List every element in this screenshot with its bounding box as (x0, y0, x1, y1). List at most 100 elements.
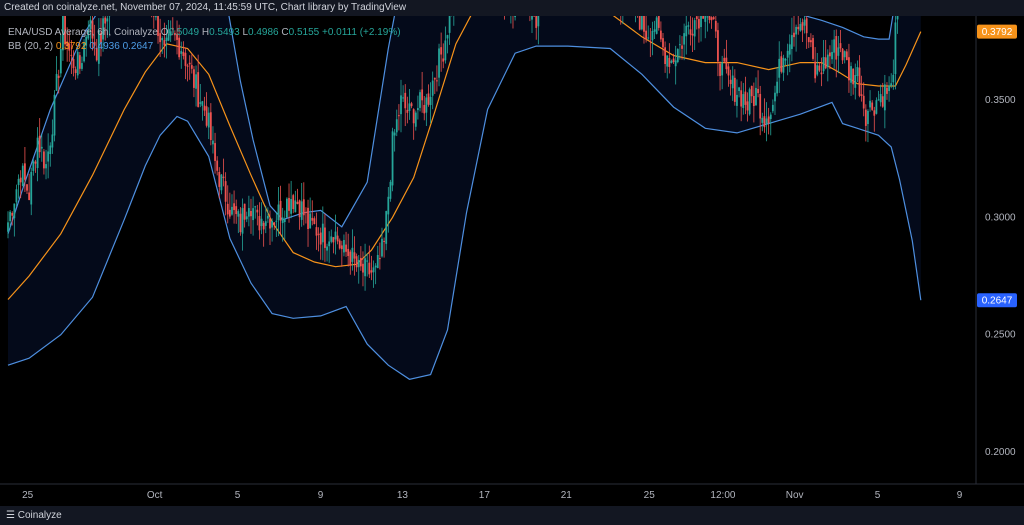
candle-body (807, 37, 810, 43)
candle-body (275, 220, 278, 222)
candle-body (241, 208, 244, 234)
candle-body (881, 96, 884, 107)
candle-body (184, 52, 187, 66)
candle-body (664, 47, 667, 65)
candle-body (841, 48, 844, 61)
candle-body (43, 151, 45, 169)
candle-body (427, 93, 430, 105)
candle-body (376, 254, 379, 269)
candle-body (307, 207, 309, 230)
candle-body (886, 87, 888, 94)
candle-body (207, 112, 210, 128)
candle-body (78, 55, 81, 69)
price-label: 0.2647 (982, 296, 1013, 307)
candle-body (374, 265, 377, 268)
candle-body (425, 97, 428, 113)
candle-body (831, 51, 833, 60)
candle-body (877, 99, 880, 101)
candle-body (657, 16, 660, 28)
candle-body (793, 32, 795, 38)
candle-body (738, 87, 740, 91)
candle-body (330, 236, 333, 242)
candle-body (442, 58, 445, 62)
candle-body (748, 89, 751, 115)
candle-body (810, 40, 812, 43)
candle-body (780, 56, 783, 72)
candle-body (759, 93, 762, 119)
candle-body (786, 50, 789, 58)
candle-body (736, 94, 738, 106)
candle-body (894, 22, 897, 75)
candle-body (655, 17, 658, 34)
candle-body (38, 135, 41, 153)
candle-body (848, 57, 850, 81)
candle-body (681, 45, 683, 49)
candle-body (245, 216, 248, 220)
candle-body (321, 223, 324, 243)
candle-body (890, 83, 893, 86)
candle-body (400, 95, 402, 115)
candle-body (328, 241, 331, 247)
candle-body (13, 203, 16, 219)
x-tick-label: 25 (22, 490, 34, 501)
x-tick-label: 17 (479, 490, 491, 501)
candle-body (340, 245, 343, 250)
candle-body (535, 16, 538, 28)
candle-body (784, 59, 787, 61)
candle-body (733, 77, 736, 102)
candle-body (298, 200, 301, 218)
candle-body (765, 118, 768, 125)
candle-body (431, 80, 434, 96)
candle-body (778, 58, 781, 78)
candle-body (19, 177, 22, 183)
candle-body (440, 47, 443, 55)
candle-body (883, 84, 886, 111)
candle-body (362, 263, 364, 273)
candle-body (676, 49, 679, 63)
candle-body (226, 203, 229, 215)
candle-body (51, 134, 54, 148)
candle-body (290, 199, 293, 214)
candle-body (725, 57, 728, 70)
chart-caption: Created on coinalyze.net, November 07, 2… (4, 2, 407, 13)
candle-body (81, 63, 83, 69)
candle-body (193, 69, 195, 88)
coinalyze-logo[interactable]: ☰ Coinalyze (6, 506, 62, 525)
candle-body (687, 25, 690, 27)
candle-body (76, 51, 79, 76)
candle-body (239, 213, 242, 233)
candle-body (281, 217, 284, 224)
candle-body (34, 161, 37, 164)
candle-body (689, 29, 692, 35)
candle-body (224, 181, 227, 202)
candle-body (769, 114, 772, 119)
candle-body (345, 244, 347, 252)
candle-body (647, 37, 650, 39)
candle-body (537, 16, 540, 27)
y-tick-label: 0.2500 (985, 330, 1016, 341)
candle-body (11, 212, 14, 216)
candle-body (814, 61, 817, 79)
candle-body (776, 81, 778, 94)
candle-body (283, 219, 286, 223)
candle-body (195, 74, 197, 89)
candle-body (419, 92, 421, 108)
candle-body (706, 16, 709, 18)
candle-body (444, 40, 447, 61)
candle-body (852, 68, 855, 85)
candle-body (531, 16, 533, 20)
candle-body (668, 57, 671, 67)
price-chart[interactable]: 0.55000.50000.45000.40000.35000.30000.25… (0, 16, 1024, 506)
candle-body (417, 108, 419, 111)
candle-body (336, 235, 339, 242)
high-value: 0.5493 (209, 27, 240, 38)
x-tick-label: 9 (957, 490, 963, 501)
candle-body (408, 103, 411, 111)
candle-body (771, 104, 774, 112)
candle-body (757, 88, 759, 94)
candle-body (719, 63, 721, 76)
chart-caption-bar: Created on coinalyze.net, November 07, 2… (0, 0, 1024, 16)
candle-body (378, 258, 381, 260)
candle-body (438, 48, 440, 78)
candle-body (366, 260, 369, 262)
